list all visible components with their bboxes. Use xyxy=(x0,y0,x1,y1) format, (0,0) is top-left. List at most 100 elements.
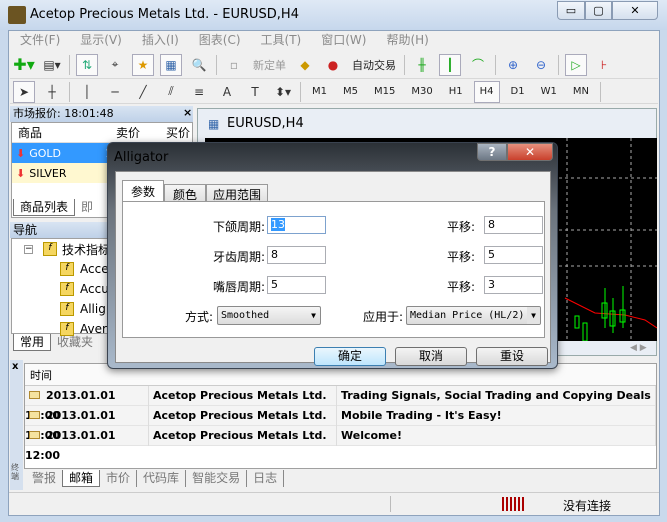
tab-experts[interactable]: 智能交易 xyxy=(186,470,248,487)
tester-icon[interactable]: 🔍 xyxy=(188,54,210,76)
apply-to-select[interactable]: Median Price (HL/2) ▼ xyxy=(406,306,541,325)
tab-journal[interactable]: 日志 xyxy=(247,470,285,487)
favorites-folder-icon[interactable]: ★ xyxy=(132,53,154,76)
auto-trading-button[interactable]: 自动交易 xyxy=(347,57,401,73)
market-watch-icon[interactable]: ⇅ xyxy=(76,53,98,76)
lips-shift-input[interactable]: 3 xyxy=(484,276,543,294)
chart-scroll-arrows-icon[interactable]: ◀ ▶ xyxy=(630,343,647,353)
close-button[interactable]: ✕ xyxy=(612,1,658,20)
mail-icon xyxy=(29,430,40,439)
maximize-button[interactable]: ▢ xyxy=(585,1,612,20)
menu-file[interactable]: 文件(F) xyxy=(10,31,70,49)
timeframe-d1[interactable]: D1 xyxy=(506,81,530,103)
alligator-dialog: Alligator ? ✕ 参数 颜色 应用范围 下颌周期: 13 平移: 8 … xyxy=(107,142,558,369)
teeth-shift-input[interactable]: 5 xyxy=(484,246,543,264)
tab-codebase[interactable]: 代码库 xyxy=(137,470,187,487)
tab-alerts[interactable]: 警报 xyxy=(26,470,62,487)
text-label-icon[interactable]: T xyxy=(244,81,266,103)
line-chart-icon[interactable]: ⌒ xyxy=(467,54,489,76)
ok-button[interactable]: 确定 xyxy=(314,347,386,366)
menu-tools[interactable]: 工具(T) xyxy=(251,31,312,49)
tree-item-label: Accu xyxy=(80,282,109,296)
tab-common[interactable]: 常用 xyxy=(13,334,52,351)
lips-period-input[interactable]: 5 xyxy=(267,276,326,294)
timeframe-m30[interactable]: M30 xyxy=(406,81,437,103)
column-bid[interactable]: 卖价 xyxy=(90,124,140,141)
bar-chart-icon[interactable]: ╫ xyxy=(411,54,433,76)
timeframe-h1[interactable]: H1 xyxy=(444,81,468,103)
horizontal-line-icon[interactable]: ─ xyxy=(104,81,126,103)
method-select[interactable]: Smoothed ▼ xyxy=(217,306,321,325)
jaw-period-value: 13 xyxy=(271,218,285,231)
candlestick-icon[interactable]: ┃ xyxy=(439,53,461,76)
market-watch-close-icon[interactable]: × xyxy=(183,106,192,119)
indicator-folder-icon: f xyxy=(43,242,57,256)
dialog-help-button[interactable]: ? xyxy=(477,143,507,161)
trendline-icon[interactable]: ╱ xyxy=(132,81,154,103)
tab-favorites[interactable]: 收藏夹 xyxy=(51,334,99,351)
tab-symbols[interactable]: 商品列表 xyxy=(13,199,76,216)
crosshair-target-icon[interactable]: ⌖ xyxy=(104,54,126,76)
jaw-period-label: 下颌周期: xyxy=(212,220,265,234)
chart-title: EURUSD,H4 xyxy=(227,116,304,131)
menu-insert[interactable]: 插入(I) xyxy=(132,31,189,49)
new-order-icon[interactable]: ▫ xyxy=(223,54,245,76)
apply-to-value: Median Price (HL/2) xyxy=(410,310,525,321)
column-time[interactable]: 时间 xyxy=(30,367,52,383)
menu-chart[interactable]: 图表(C) xyxy=(189,31,251,49)
terminal-close-icon[interactable]: x xyxy=(12,361,18,372)
tree-item-label: Acce xyxy=(80,262,109,276)
menu-view[interactable]: 显示(V) xyxy=(70,31,132,49)
column-ask[interactable]: 买价 xyxy=(140,124,190,141)
tab-mailbox[interactable]: 邮箱 xyxy=(62,470,101,487)
lips-shift-label: 平移: xyxy=(446,280,475,294)
parameters-panel: 下颌周期: 13 平移: 8 牙齿周期: 8 平移: 5 嘴唇周期: 5 平移:… xyxy=(122,201,545,338)
chevron-down-icon: ▼ xyxy=(311,311,316,320)
jaw-shift-input[interactable]: 8 xyxy=(484,216,543,234)
crosshair-icon[interactable]: ┼ xyxy=(41,81,63,103)
mail-row[interactable]: 2013.01.01 12:00 Acetop Precious Metals L… xyxy=(25,425,656,462)
cancel-button[interactable]: 取消 xyxy=(395,347,467,366)
timeframe-m15[interactable]: M15 xyxy=(369,81,400,103)
timeframe-m1[interactable]: M1 xyxy=(307,81,332,103)
mail-row[interactable]: 2013.01.01 12:00 Acetop Precious Metals L… xyxy=(25,405,656,442)
dialog-close-button[interactable]: ✕ xyxy=(507,143,553,161)
tab-market[interactable]: 市价 xyxy=(100,470,138,487)
reset-button[interactable]: 重设 xyxy=(476,347,548,366)
mail-from: Acetop Precious Metals Ltd. xyxy=(149,425,337,446)
chart-window-icon: ▦ xyxy=(208,117,220,131)
cursor-icon[interactable]: ➤ xyxy=(13,80,35,103)
column-symbol[interactable]: 商品 xyxy=(12,124,90,141)
terminal-icon[interactable]: ▦ xyxy=(160,53,182,76)
tree-item-indicators[interactable]: 技术指标 xyxy=(62,241,110,258)
teeth-period-input[interactable]: 8 xyxy=(267,246,326,264)
vertical-line-icon[interactable]: │ xyxy=(76,81,98,103)
collapse-icon[interactable]: − xyxy=(24,244,33,254)
timeframe-m5[interactable]: M5 xyxy=(338,81,363,103)
arrows-icon[interactable]: ⬍▾ xyxy=(272,81,294,103)
menu-window[interactable]: 窗口(W) xyxy=(311,31,376,49)
market-watch-tabs: 商品列表即 xyxy=(13,199,99,216)
metaeditor-icon[interactable]: ◆ xyxy=(294,54,316,76)
timeframe-mn[interactable]: MN xyxy=(568,81,594,103)
text-icon[interactable]: A xyxy=(216,81,238,103)
jaw-period-input[interactable]: 13 xyxy=(267,216,326,234)
zoom-in-icon[interactable]: ⊕ xyxy=(502,54,524,76)
new-order-button[interactable]: 新定单 xyxy=(248,57,291,73)
tab-tick[interactable]: 即 xyxy=(75,199,99,216)
fibonacci-icon[interactable]: ≡ xyxy=(188,81,210,103)
zoom-out-icon[interactable]: ⊖ xyxy=(530,54,552,76)
auto-trading-icon[interactable]: ● xyxy=(322,54,344,76)
mailbox-table: 时间 2013.01.01 12:00 Acetop Precious Metal… xyxy=(24,363,657,469)
profiles-icon[interactable]: ▤▾ xyxy=(41,54,63,76)
jaw-shift-label: 平移: xyxy=(446,220,475,234)
timeframe-h4[interactable]: H4 xyxy=(473,80,500,103)
chart-shift-icon[interactable]: ⊦ xyxy=(593,54,615,76)
menu-help[interactable]: 帮助(H) xyxy=(376,31,438,49)
new-chart-icon[interactable]: ✚▾ xyxy=(13,54,35,76)
minimize-button[interactable]: ▭ xyxy=(557,1,585,20)
equidistant-channel-icon[interactable]: ⫽ xyxy=(160,81,182,103)
autoscroll-icon[interactable]: ▷ xyxy=(565,53,587,76)
timeframe-w1[interactable]: W1 xyxy=(536,81,562,103)
mail-row[interactable]: 2013.01.01 12:00 Acetop Precious Metals L… xyxy=(25,385,656,422)
